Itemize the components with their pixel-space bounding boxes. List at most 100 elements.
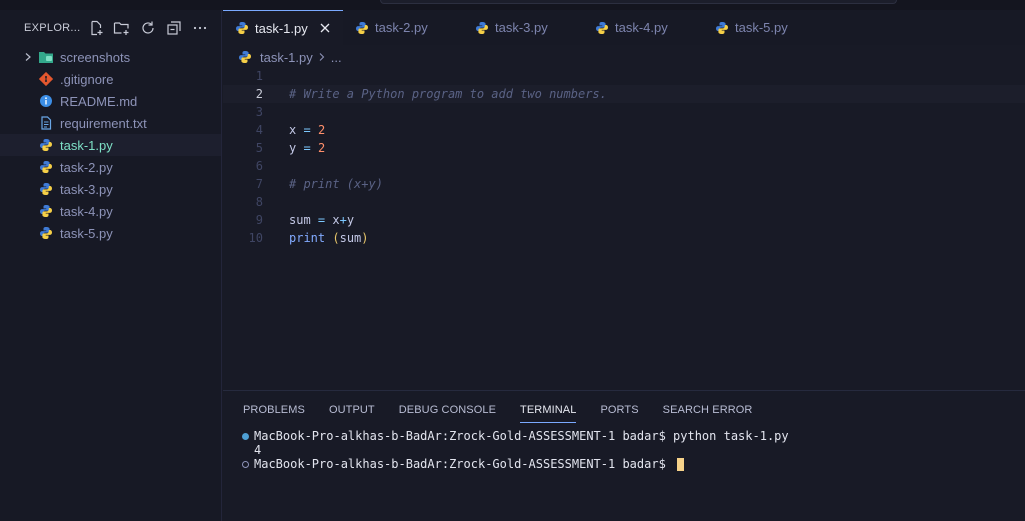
line-number: 10 xyxy=(248,231,263,245)
tree-item-label: task-5.py xyxy=(60,225,113,241)
code-token: ) xyxy=(361,231,369,245)
code-statement: print (sum) xyxy=(289,231,369,245)
explorer-title: EXPLOR... xyxy=(24,22,81,34)
code-statement: y = 2 xyxy=(289,141,325,155)
code-token: sum xyxy=(339,231,362,245)
breadcrumb-file[interactable]: task-1.py xyxy=(260,50,313,65)
python-icon xyxy=(235,21,249,35)
line-number: 7 xyxy=(255,177,263,191)
tree-item-task-4[interactable]: task-4.py xyxy=(0,200,221,222)
code-token: = xyxy=(317,213,326,227)
tree-item-label: task-2.py xyxy=(60,159,113,175)
tab-task-1[interactable]: task-1.py xyxy=(223,10,343,45)
code-token: = xyxy=(303,141,311,155)
editor-tabs: task-1.py task-2.py task-3.py task-4.py … xyxy=(223,10,1025,45)
code-line: 10 print (sum) xyxy=(223,229,1025,247)
python-icon xyxy=(38,159,54,175)
terminal[interactable]: MacBook-Pro-alkhas-b-BadAr:Zrock-Gold-AS… xyxy=(223,429,1025,471)
python-icon xyxy=(38,225,54,241)
breadcrumb-more[interactable]: ... xyxy=(331,50,342,65)
line-number: 5 xyxy=(255,141,263,155)
code-token: x xyxy=(289,123,297,137)
tree-item-task-1[interactable]: task-1.py xyxy=(0,134,221,156)
folder-icon xyxy=(38,49,54,65)
code-token: sum xyxy=(289,213,311,227)
tab-terminal[interactable]: TERMINAL xyxy=(520,391,577,429)
code-comment: # print (x+y) xyxy=(289,177,383,191)
terminal-line: 4 xyxy=(242,443,1025,457)
tree-item-screenshots[interactable]: screenshots xyxy=(0,46,221,68)
code-line-current: 2 # Write a Python program to add two nu… xyxy=(223,85,1025,103)
code-line: 6 xyxy=(223,157,1025,175)
python-icon xyxy=(715,21,729,35)
panel-tabs: PROBLEMS OUTPUT DEBUG CONSOLE TERMINAL P… xyxy=(223,391,1025,429)
breadcrumb: task-1.py ... xyxy=(238,47,342,67)
terminal-output: 4 xyxy=(254,443,262,457)
python-icon xyxy=(595,21,609,35)
tree-item-label: README.md xyxy=(60,93,138,109)
tab-task-2[interactable]: task-2.py xyxy=(343,10,463,45)
code-token: + xyxy=(339,213,347,227)
terminal-prompt: MacBook-Pro-alkhas-b-BadAr:Zrock-Gold-AS… xyxy=(254,457,674,471)
tab-problems[interactable]: PROBLEMS xyxy=(243,391,305,429)
tree-item-task-3[interactable]: task-3.py xyxy=(0,178,221,200)
code-comment: # Write a Python program to add two numb… xyxy=(289,87,607,101)
tab-label: task-1.py xyxy=(255,20,308,36)
line-number: 1 xyxy=(255,69,263,83)
tree-item-task-5[interactable]: task-5.py xyxy=(0,222,221,244)
line-number: 2 xyxy=(255,87,263,101)
tab-task-4[interactable]: task-4.py xyxy=(583,10,703,45)
more-icon[interactable] xyxy=(191,20,208,37)
tree-item-gitignore[interactable]: .gitignore xyxy=(0,68,221,90)
tree-item-label: .gitignore xyxy=(60,71,114,87)
command-success-icon[interactable] xyxy=(242,432,249,440)
tree-item-task-2[interactable]: task-2.py xyxy=(0,156,221,178)
python-icon xyxy=(38,137,54,153)
tab-label: task-5.py xyxy=(735,20,788,35)
close-icon[interactable] xyxy=(320,23,330,33)
code-token: y xyxy=(289,141,297,155)
terminal-command: MacBook-Pro-alkhas-b-BadAr:Zrock-Gold-AS… xyxy=(254,429,789,443)
new-folder-icon[interactable] xyxy=(113,20,130,37)
python-icon xyxy=(475,21,489,35)
code-token: = xyxy=(303,123,311,137)
chevron-right-icon xyxy=(318,50,326,65)
collapse-all-icon[interactable] xyxy=(165,20,182,37)
code-token: x xyxy=(332,213,340,227)
tab-search-error[interactable]: SEARCH ERROR xyxy=(663,391,753,429)
tab-task-3[interactable]: task-3.py xyxy=(463,10,583,45)
tab-debug-console[interactable]: DEBUG CONSOLE xyxy=(399,391,496,429)
code-editor[interactable]: 1 2 # Write a Python program to add two … xyxy=(223,67,1025,389)
code-line: 7 # print (x+y) xyxy=(223,175,1025,193)
code-line: 3 xyxy=(223,103,1025,121)
tab-output[interactable]: OUTPUT xyxy=(329,391,375,429)
tree-item-requirement[interactable]: requirement.txt xyxy=(0,112,221,134)
tree-item-label: requirement.txt xyxy=(60,115,147,131)
explorer-header: EXPLOR... xyxy=(0,10,221,46)
terminal-line: MacBook-Pro-alkhas-b-BadAr:Zrock-Gold-AS… xyxy=(242,429,1025,443)
refresh-icon[interactable] xyxy=(139,20,156,37)
tree-item-label: task-1.py xyxy=(60,137,113,153)
code-statement: sum = x+y xyxy=(289,213,354,227)
code-statement: x = 2 xyxy=(289,123,325,137)
python-icon xyxy=(238,50,252,64)
tree-item-label: screenshots xyxy=(60,49,131,65)
tree-item-label: task-4.py xyxy=(60,203,113,219)
code-token: ( xyxy=(332,231,340,245)
command-center[interactable] xyxy=(380,0,897,4)
tab-ports[interactable]: PORTS xyxy=(600,391,638,429)
chevron-right-icon[interactable] xyxy=(20,52,36,62)
tab-task-5[interactable]: task-5.py xyxy=(703,10,823,45)
code-token: 2 xyxy=(317,141,326,155)
code-line: 9 sum = x+y xyxy=(223,211,1025,229)
python-icon xyxy=(38,203,54,219)
tab-label: task-4.py xyxy=(615,20,668,35)
file-tree: screenshots .gitignore README.md require… xyxy=(0,46,221,244)
command-pending-icon[interactable] xyxy=(242,460,249,468)
new-file-icon[interactable] xyxy=(87,20,104,37)
terminal-cursor xyxy=(677,457,685,471)
tree-item-label: task-3.py xyxy=(60,181,113,197)
code-line: 8 xyxy=(223,193,1025,211)
terminal-line: MacBook-Pro-alkhas-b-BadAr:Zrock-Gold-AS… xyxy=(242,457,1025,471)
tree-item-readme[interactable]: README.md xyxy=(0,90,221,112)
